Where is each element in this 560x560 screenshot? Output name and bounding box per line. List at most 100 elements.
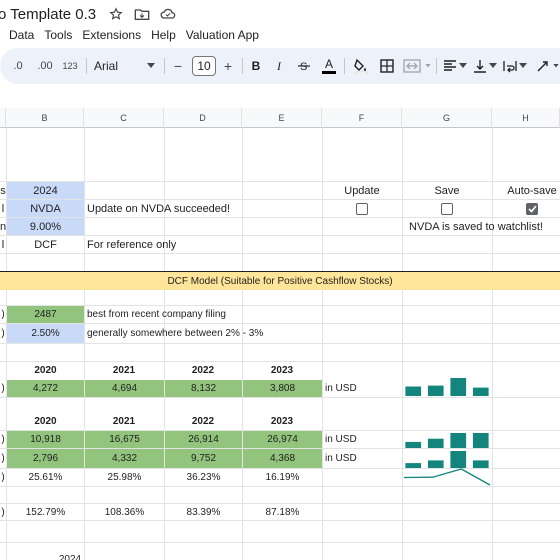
font-family-select[interactable]: Arial bbox=[94, 48, 134, 84]
auto-save-checkbox-cell[interactable] bbox=[492, 200, 560, 217]
cell-discount-rate[interactable]: 9.00% bbox=[7, 218, 84, 235]
chevron-down-icon[interactable] bbox=[424, 48, 432, 84]
decrease-font-size-button[interactable]: − bbox=[170, 48, 186, 84]
document-title[interactable]: o Template 0.3 bbox=[0, 6, 96, 23]
chevron-down-icon[interactable] bbox=[518, 48, 528, 84]
value-cell[interactable]: 16,675 bbox=[85, 431, 164, 448]
column-header-d[interactable]: D bbox=[164, 108, 242, 128]
text-wrap-icon[interactable] bbox=[502, 48, 518, 84]
cell-shares[interactable]: 2487 bbox=[7, 306, 84, 323]
year-header: 2020 bbox=[34, 416, 57, 427]
reference-note: For reference only bbox=[87, 238, 177, 251]
number-format-button[interactable]: 123 bbox=[60, 48, 80, 84]
sparkline-bar bbox=[450, 378, 467, 396]
text-rotation-icon[interactable] bbox=[534, 48, 552, 84]
decrease-decimal-button[interactable]: .0 bbox=[8, 48, 28, 84]
unit-label: in USD bbox=[325, 434, 357, 445]
sparkline-bar bbox=[472, 387, 489, 396]
cell-a12[interactable]: ) bbox=[0, 449, 6, 468]
gridline bbox=[242, 128, 243, 560]
menu-extensions[interactable]: Extensions bbox=[77, 28, 146, 42]
value-cell[interactable]: 3,808 bbox=[243, 380, 322, 397]
cell-growth-rate[interactable]: 2.50% bbox=[7, 324, 84, 343]
cell-a9[interactable]: ) bbox=[0, 380, 6, 397]
update-label: Update bbox=[344, 184, 380, 197]
value-cell[interactable]: 10,918 bbox=[7, 431, 84, 448]
merge-cells-icon[interactable] bbox=[402, 48, 422, 84]
cell-a3[interactable]: n bbox=[0, 218, 6, 235]
auto-save-checkbox[interactable] bbox=[526, 202, 538, 215]
text-color-button[interactable]: A bbox=[320, 48, 338, 84]
value-cell[interactable]: 8,132 bbox=[165, 380, 242, 397]
value-cell[interactable]: 4,368 bbox=[243, 449, 322, 468]
toolbar-divider bbox=[436, 58, 437, 74]
menu-tools[interactable]: Tools bbox=[39, 28, 77, 42]
increase-decimal-button[interactable]: .00 bbox=[34, 48, 56, 84]
align-left-icon[interactable] bbox=[442, 48, 458, 84]
value-cell[interactable]: 26,974 bbox=[243, 431, 322, 448]
menu-data[interactable]: Data bbox=[0, 28, 39, 42]
cell-model[interactable]: DCF bbox=[7, 236, 84, 253]
value-cell[interactable]: 83.39% bbox=[165, 504, 242, 520]
move-icon[interactable] bbox=[134, 6, 150, 22]
borders-icon[interactable] bbox=[378, 48, 396, 84]
column-header-h[interactable]: H bbox=[492, 108, 560, 128]
toolbar: .0 .00 123 Arial − 10 + B I S A bbox=[0, 48, 560, 84]
cell-a2[interactable]: l bbox=[0, 200, 6, 217]
cell-year[interactable]: 2024 bbox=[7, 182, 84, 199]
column-header-c[interactable]: C bbox=[84, 108, 164, 128]
value-cell[interactable]: 36.23% bbox=[165, 469, 242, 486]
column-header-g[interactable]: G bbox=[402, 108, 492, 128]
column-header-b[interactable]: B bbox=[6, 108, 84, 128]
save-checkbox[interactable] bbox=[441, 202, 453, 215]
value-cell[interactable]: 152.79% bbox=[7, 504, 84, 520]
cell-a6[interactable]: ) bbox=[0, 306, 6, 323]
vertical-align-icon[interactable] bbox=[472, 48, 488, 84]
cell-a4[interactable]: l bbox=[0, 236, 6, 253]
menu-valuation-app[interactable]: Valuation App bbox=[181, 28, 264, 42]
italic-button[interactable]: I bbox=[272, 48, 286, 84]
gridline bbox=[0, 520, 560, 521]
cell-ticker[interactable]: NVDA bbox=[7, 200, 84, 217]
chevron-down-icon[interactable] bbox=[488, 48, 498, 84]
star-icon[interactable] bbox=[108, 6, 124, 22]
chevron-down-icon[interactable] bbox=[458, 48, 468, 84]
strikethrough-icon[interactable]: S bbox=[296, 48, 312, 84]
cell-a13[interactable]: ) bbox=[0, 469, 6, 486]
value-cell[interactable]: 25.98% bbox=[85, 469, 164, 486]
value-cell[interactable]: 108.36% bbox=[85, 504, 164, 520]
value-cell[interactable]: 9,752 bbox=[165, 449, 242, 468]
column-header-e[interactable]: E bbox=[242, 108, 322, 128]
value-cell[interactable]: 4,694 bbox=[85, 380, 164, 397]
partial-year-cell[interactable]: 2024 bbox=[40, 554, 100, 560]
save-checkbox-cell[interactable] bbox=[402, 200, 492, 217]
menu-help[interactable]: Help bbox=[146, 28, 181, 42]
cell-a1[interactable]: s bbox=[0, 182, 6, 199]
year-header: 2022 bbox=[191, 416, 215, 427]
chevron-down-icon[interactable] bbox=[144, 48, 158, 84]
value-cell[interactable]: 87.18% bbox=[243, 504, 322, 520]
cloud-icon[interactable] bbox=[160, 6, 176, 22]
column-header-f[interactable]: F bbox=[322, 108, 402, 128]
value-cell[interactable]: 4,272 bbox=[7, 380, 84, 397]
value-cell[interactable]: 16.19% bbox=[243, 469, 322, 486]
toolbar-divider bbox=[242, 58, 243, 74]
update-checkbox-cell[interactable] bbox=[322, 200, 402, 217]
chevron-down-icon[interactable] bbox=[552, 48, 560, 84]
value-cell[interactable]: 25.61% bbox=[7, 469, 84, 486]
sparkline-r9 bbox=[405, 378, 489, 396]
gridline bbox=[0, 397, 560, 398]
value-cell[interactable]: 4,332 bbox=[85, 449, 164, 468]
fill-color-icon[interactable] bbox=[352, 48, 370, 84]
value-cell[interactable]: 2,796 bbox=[7, 449, 84, 468]
update-checkbox[interactable] bbox=[356, 202, 368, 215]
increase-font-size-button[interactable]: + bbox=[220, 48, 236, 84]
bold-button[interactable]: B bbox=[248, 48, 264, 84]
cell-a11[interactable]: ) bbox=[0, 431, 6, 448]
cell-a15[interactable]: ) bbox=[0, 504, 6, 520]
cell-a7[interactable]: ) bbox=[0, 324, 6, 343]
value-cell[interactable]: 26,914 bbox=[165, 431, 242, 448]
spreadsheet-grid[interactable]: B C D E F G H s 2024 Update Save Auto-sa… bbox=[0, 108, 560, 560]
font-size-input[interactable]: 10 bbox=[192, 56, 216, 76]
toolbar-divider bbox=[344, 58, 345, 74]
